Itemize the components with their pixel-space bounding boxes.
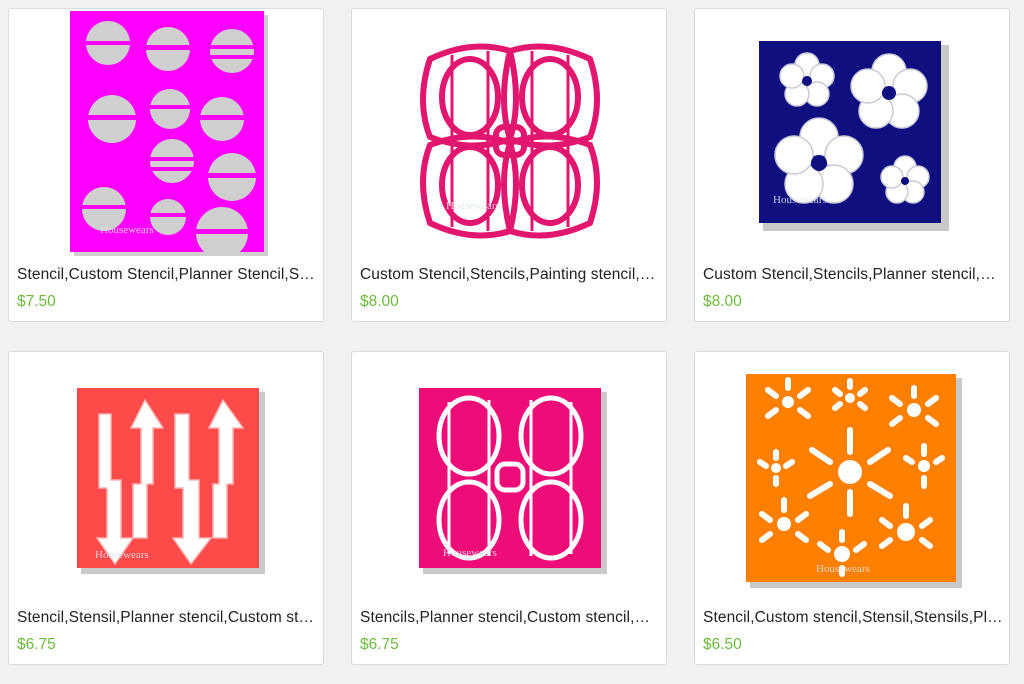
product-image[interactable]: Housewears <box>695 352 1009 602</box>
product-card[interactable]: Housewears Stencil,Custom stencil,Stensi… <box>694 351 1010 665</box>
product-image[interactable]: Housewears <box>9 352 323 602</box>
product-image[interactable]: Housewears <box>352 9 666 259</box>
product-price: $6.50 <box>703 636 742 653</box>
product-card[interactable]: Housewears Stencils,Planner stencil,Cust… <box>351 351 667 665</box>
product-price: $7.50 <box>17 293 56 310</box>
circles-stencil-image: Housewears <box>70 11 268 256</box>
watermark: Housewears <box>443 547 497 559</box>
arrow-stencil-image: Housewears <box>77 388 265 574</box>
product-title[interactable]: Stencil,Custom stencil,Stensil,Stensils,… <box>703 609 1003 627</box>
product-image[interactable]: Housewears <box>9 9 323 259</box>
product-price: $8.00 <box>703 293 742 310</box>
watermark: Housewears <box>773 194 827 206</box>
watermark: Housewears <box>816 563 870 575</box>
product-title[interactable]: Custom Stencil,Stencils,Planner stencil,… <box>703 266 1003 284</box>
watermark: Housewears <box>100 224 154 236</box>
flower-stencil-image: Housewears <box>759 41 949 231</box>
product-price: $8.00 <box>360 293 399 310</box>
product-title[interactable]: Custom Stencil,Stencils,Painting stencil… <box>360 266 660 284</box>
product-card[interactable]: Housewears Custom Stencil,Stencils,Paint… <box>351 8 667 322</box>
product-title[interactable]: Stencils,Planner stencil,Custom stencil,… <box>360 609 660 627</box>
product-price: $6.75 <box>360 636 399 653</box>
product-image[interactable]: Housewears <box>695 9 1009 259</box>
product-card[interactable]: Housewears Stencil,Stensil,Planner stenc… <box>8 351 324 665</box>
product-card[interactable]: Housewears Custom Stencil,Stencils,Plann… <box>694 8 1010 322</box>
lattice-square-stencil-image: Housewears <box>419 388 607 574</box>
sunburst-stencil-image: Housewears <box>746 374 962 588</box>
product-image[interactable]: Housewears <box>352 352 666 602</box>
lattice-stencil-image: Housewears <box>420 43 600 239</box>
watermark: Housewears <box>95 549 149 561</box>
product-card[interactable]: Housewears Stencil,Custom Stencil,Planne… <box>8 8 324 322</box>
product-title[interactable]: Stencil,Stensil,Planner stencil,Custom s… <box>17 609 317 627</box>
watermark: Housewears <box>446 200 500 212</box>
product-price: $6.75 <box>17 636 56 653</box>
product-title[interactable]: Stencil,Custom Stencil,Planner Stencil,S… <box>17 266 317 284</box>
